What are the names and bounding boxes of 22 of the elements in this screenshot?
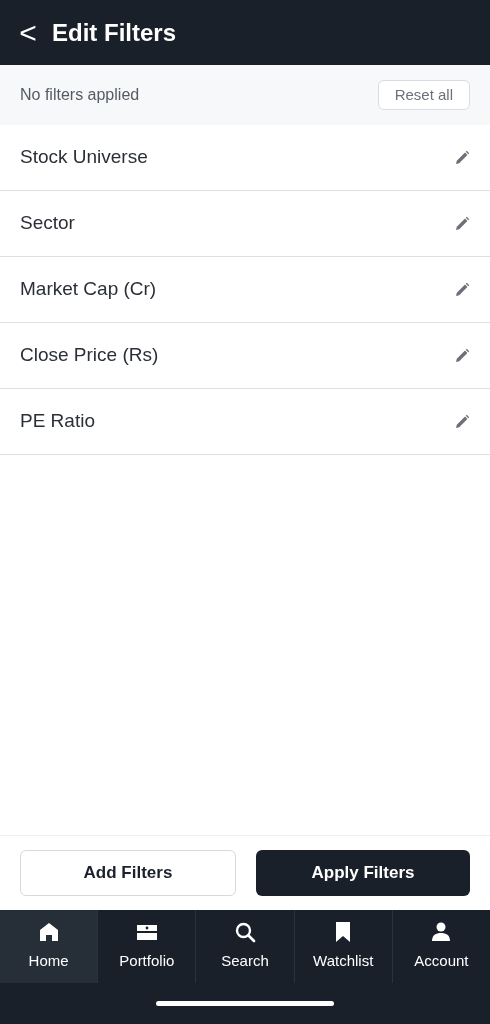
- search-icon: [233, 920, 257, 945]
- filter-row[interactable]: Close Price (Rs): [0, 323, 490, 389]
- pencil-icon[interactable]: [454, 281, 470, 298]
- apply-filters-button[interactable]: Apply Filters: [256, 850, 470, 896]
- tab-bar-item[interactable]: Search: [195, 910, 294, 983]
- filter-row[interactable]: Sector: [0, 191, 490, 257]
- tab-bar-item[interactable]: Watchlist: [293, 910, 392, 983]
- pencil-icon[interactable]: [454, 413, 470, 430]
- filter-row[interactable]: Stock Universe: [0, 125, 490, 191]
- filter-row[interactable]: PE Ratio: [0, 389, 490, 455]
- filter-status-text: No filters applied: [20, 85, 140, 105]
- filter-row[interactable]: Market Cap (Cr): [0, 257, 490, 323]
- tab-bar-item[interactable]: Home: [0, 910, 98, 983]
- page-title: Edit Filters: [52, 17, 177, 48]
- reset-all-button[interactable]: Reset all: [377, 80, 470, 110]
- back-button[interactable]: <: [16, 17, 40, 48]
- tab-bar-item[interactable]: Portfolio: [97, 910, 196, 983]
- pencil-icon[interactable]: [454, 149, 470, 166]
- tab-bar-item[interactable]: Account: [391, 910, 490, 983]
- pencil-icon[interactable]: [454, 215, 470, 232]
- add-filters-button[interactable]: Add Filters: [20, 850, 236, 896]
- pencil-icon[interactable]: [454, 347, 470, 364]
